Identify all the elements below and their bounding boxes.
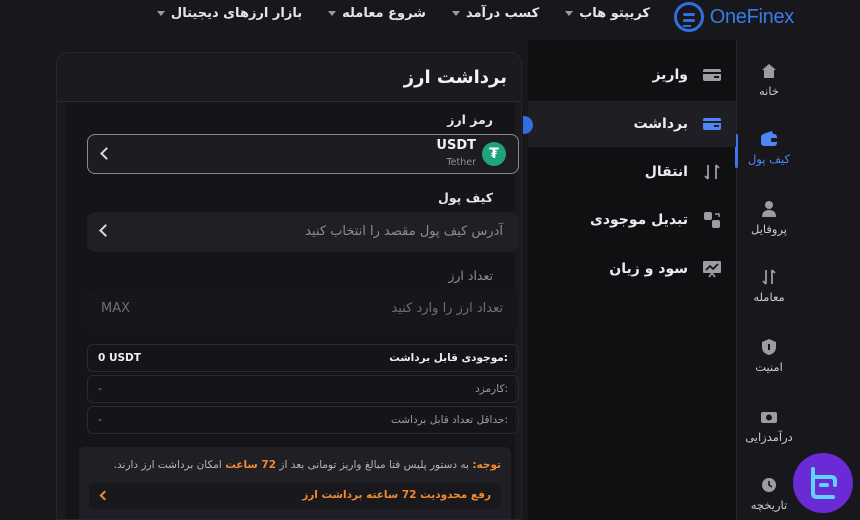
coin-subtitle: Tether xyxy=(446,157,476,168)
rail-label: کیف پول xyxy=(747,152,790,166)
notice-prefix: توجه: xyxy=(472,459,501,471)
min-withdraw-row: حداقل تعداد قابل برداشت: - xyxy=(87,406,519,434)
convert-icon xyxy=(702,210,722,230)
withdraw-card: برداشت ارز رمز ارز ₮ USDT Tether کیف پول… xyxy=(56,52,522,520)
rail-item-history[interactable]: تاریخچه xyxy=(737,476,801,512)
caret-down-icon xyxy=(156,11,165,16)
caret-down-icon xyxy=(565,11,574,16)
trade-arrows-icon xyxy=(760,268,778,286)
notice-highlight: 72 ساعت xyxy=(225,459,277,471)
rail-label: تاریخچه xyxy=(750,498,788,512)
notice-part-1: به دستور پلیس فتا مبالغ واریز تومانی بعد… xyxy=(276,459,473,471)
home-icon xyxy=(760,62,778,80)
rail-item-trade[interactable]: معامله xyxy=(737,268,801,304)
coin-select[interactable]: ₮ USDT Tether xyxy=(87,134,519,174)
coin-label: رمز ارز xyxy=(447,112,493,127)
sidebar-rail: خانه کیف پول پروفایل معامله امنیت درآمدز… xyxy=(735,40,801,520)
wallet-label: کیف پول xyxy=(438,190,493,205)
topnav-item-crypto-hub[interactable]: کریپتو هاب xyxy=(565,6,650,21)
rail-label: معامله xyxy=(753,290,785,304)
rail-label: پروفایل xyxy=(750,222,787,236)
chevron-left-icon xyxy=(100,147,113,160)
clock-icon xyxy=(760,476,778,494)
onefinex-logo-icon xyxy=(673,2,704,32)
page-edge xyxy=(798,40,860,520)
tradingfinder-logo-icon xyxy=(793,453,853,513)
fee-value: - xyxy=(98,383,102,395)
rail-item-wallet[interactable]: کیف پول xyxy=(735,130,801,168)
rail-item-security[interactable]: امنیت xyxy=(737,338,801,374)
topnav-label: کریپتو هاب xyxy=(579,6,650,21)
submenu-item-convert[interactable]: تبدیل موجودی xyxy=(528,197,736,243)
rail-label: خانه xyxy=(759,84,779,98)
pnl-chart-icon xyxy=(702,259,722,279)
amount-input[interactable]: MAX تعداد ارز را وارد کنید xyxy=(87,290,519,330)
rail-item-earn[interactable]: درآمدزایی xyxy=(737,408,801,444)
rail-item-home[interactable]: خانه xyxy=(737,62,801,98)
amount-label: تعداد ارز xyxy=(448,268,493,283)
topnav-label: شروع معامله xyxy=(342,6,426,21)
remove-limit-button[interactable]: رفع محدودیت 72 ساعته برداشت ارز xyxy=(89,483,501,509)
transfer-arrows-icon xyxy=(702,162,722,182)
available-balance-row: موجودی قابل برداشت: 0 USDT xyxy=(87,344,519,372)
rail-item-profile[interactable]: پروفایل xyxy=(737,200,801,236)
remove-limit-label: رفع محدودیت 72 ساعته برداشت ارز xyxy=(302,489,491,501)
caret-down-icon xyxy=(451,11,460,16)
submenu-label: تبدیل موجودی xyxy=(589,212,688,228)
page-title: برداشت ارز xyxy=(403,67,507,88)
submenu-label: برداشت xyxy=(633,116,688,132)
submenu-label: واریز xyxy=(652,67,688,83)
max-button[interactable]: MAX xyxy=(101,301,130,316)
chevron-left-icon xyxy=(99,490,110,501)
rail-label: درآمدزایی xyxy=(745,430,793,444)
brand-logo[interactable]: OneFinex xyxy=(673,2,795,32)
topnav-item-earn[interactable]: کسب درآمد xyxy=(451,6,540,21)
min-value: - xyxy=(98,414,102,426)
notice-box: توجه: به دستور پلیس فتا مبالغ واریز توما… xyxy=(79,447,511,519)
topnav-label: کسب درآمد xyxy=(465,6,540,21)
fee-label: کارمزد: xyxy=(475,383,508,395)
top-bar: OneFinex بازار ارزهای دیجیتال شروع معامل… xyxy=(0,0,860,40)
coin-name: USDT xyxy=(436,138,476,153)
topnav-label: بازار ارزهای دیجیتال xyxy=(170,6,303,21)
submenu-label: انتقال xyxy=(644,164,688,180)
user-icon xyxy=(760,200,778,218)
submenu-label: سود و زیان xyxy=(609,261,688,277)
earn-icon xyxy=(760,408,778,426)
tether-icon: ₮ xyxy=(482,142,506,166)
submenu-item-withdraw[interactable]: برداشت xyxy=(528,101,736,147)
caret-down-icon xyxy=(328,11,337,16)
wallet-placeholder: آدرس کیف پول مقصد را انتخاب کنید xyxy=(305,224,503,239)
shield-icon xyxy=(760,338,778,356)
submenu-item-deposit[interactable]: واریز xyxy=(528,52,736,98)
deposit-card-icon xyxy=(702,65,722,85)
chevron-left-icon xyxy=(99,224,112,237)
notice-part-2: امکان برداشت ارز دارند. xyxy=(113,459,226,471)
brand-name: OneFinex xyxy=(709,5,795,28)
withdraw-card-icon xyxy=(702,114,722,134)
wallet-icon xyxy=(760,130,778,148)
amount-placeholder: تعداد ارز را وارد کنید xyxy=(391,301,503,316)
wallet-address-select[interactable]: آدرس کیف پول مقصد را انتخاب کنید xyxy=(87,212,519,252)
notice-text: توجه: به دستور پلیس فتا مبالغ واریز توما… xyxy=(114,459,501,471)
topnav-item-markets[interactable]: بازار ارزهای دیجیتال xyxy=(156,6,303,21)
available-value: 0 USDT xyxy=(98,352,141,364)
top-navigation: بازار ارزهای دیجیتال شروع معامله کسب درآ… xyxy=(156,6,650,21)
submenu-item-pnl[interactable]: سود و زیان xyxy=(528,246,736,292)
rail-label: امنیت xyxy=(755,360,783,374)
topnav-item-start-trading[interactable]: شروع معامله xyxy=(328,6,426,21)
submenu-item-transfer[interactable]: انتقال xyxy=(528,149,736,195)
min-label: حداقل تعداد قابل برداشت: xyxy=(390,414,508,426)
available-label: موجودی قابل برداشت: xyxy=(389,352,508,364)
fee-row: کارمزد: - xyxy=(87,375,519,403)
